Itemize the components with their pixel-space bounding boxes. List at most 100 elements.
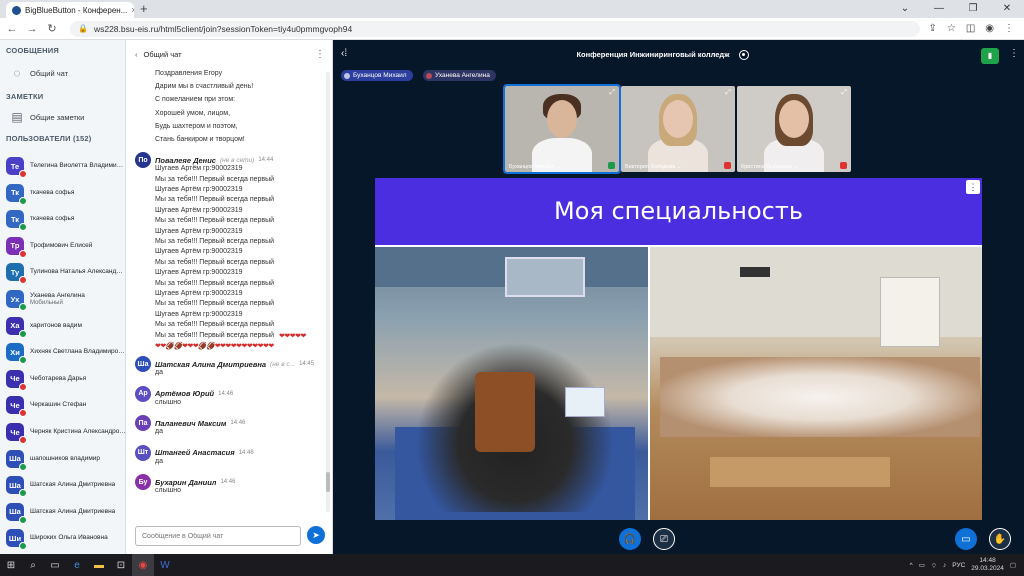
user-list-item[interactable]: Че Чеботарева Дарья (6, 367, 124, 391)
presentation-toggle-button[interactable]: ▭ (955, 528, 977, 550)
tray-chevron-icon[interactable]: ^ (910, 562, 913, 569)
user-list-item[interactable]: Че Черкашин Стефан (6, 393, 124, 418)
chat-timestamp: 14:46 (220, 479, 236, 485)
chat-message-list[interactable]: Поздравления Егору Дарим мы в счастливый … (127, 68, 325, 520)
search-icon[interactable]: ⌕ (22, 554, 44, 576)
restore-button[interactable]: ❐ (956, 0, 990, 18)
chrome-icon[interactable]: ◉ (132, 554, 154, 576)
fullscreen-icon[interactable]: ⤢ (725, 89, 731, 97)
shared-notes-link[interactable]: ▤ Общие заметки (10, 110, 84, 124)
user-name: Шатская Алина Дмитриевна (30, 507, 116, 515)
tab-search-icon[interactable]: ⌄ (888, 0, 922, 18)
audio-button[interactable]: 🎧 (619, 528, 641, 550)
bbb-favicon-icon (12, 5, 21, 15)
forward-icon[interactable]: → (24, 23, 40, 35)
user-list-item[interactable]: Ха харитонов вадим (6, 314, 124, 338)
connection-status-icon[interactable]: ▮ (981, 48, 999, 64)
word-icon[interactable]: W (154, 554, 176, 576)
avatar: Ту (6, 263, 27, 285)
user-name-block: Черкашин Стефан (30, 401, 86, 409)
user-list-item[interactable]: Ша шапошников владимир (6, 447, 124, 471)
meeting-options-icon[interactable]: ⋮ (1009, 48, 1019, 59)
public-chat-link[interactable]: ◌ Общий чат (10, 66, 68, 80)
tab-close-icon[interactable]: × (131, 5, 134, 15)
clock[interactable]: 14:48 29.03.2024 (971, 557, 1004, 573)
mic-status-icon (19, 223, 27, 232)
chat-text-line: Мы за тебя!!! Первый всегда первый (155, 279, 275, 287)
presentation-slide[interactable]: Моя специальность ⋮ (375, 178, 982, 520)
store-icon[interactable]: ⊡ (110, 554, 132, 576)
windows-start-icon[interactable]: ⊞ (0, 554, 22, 576)
menu-icon[interactable]: ⋮ (1004, 23, 1014, 34)
user-list-item[interactable]: Тк ткачева софья (6, 181, 124, 205)
reload-icon[interactable]: ↻ (44, 22, 60, 35)
talking-indicator[interactable]: Буханцов Михаил (341, 70, 413, 81)
sidebar-icon[interactable]: ◫ (966, 23, 975, 34)
edge-icon[interactable]: e (66, 554, 88, 576)
chat-header-title[interactable]: Общий чат (144, 50, 182, 59)
fullscreen-icon[interactable]: ⤢ (609, 89, 615, 97)
mic-status-icon (19, 356, 27, 365)
star-icon[interactable]: ☆ (947, 23, 956, 34)
task-view-icon[interactable]: ▭ (44, 554, 66, 576)
language-indicator[interactable]: РУС (952, 562, 965, 569)
chat-text-line: да (155, 457, 163, 465)
send-message-button[interactable]: ➤ (307, 526, 325, 544)
slide-options-icon[interactable]: ⋮ (966, 180, 980, 194)
webcam-mic-icon (608, 162, 615, 169)
user-list-item[interactable]: Хи Хихняк Светлана Владимиров... (6, 340, 125, 365)
screen-share-button[interactable]: ⎚ (653, 528, 675, 550)
action-bar: 🎧 ⎚ ▭ ✋ (333, 524, 1024, 554)
user-name-block: Трофимович Елисей (30, 242, 92, 250)
webcam-tile[interactable]: ⤢ Кристина Выродова ⌄ (737, 86, 851, 172)
chat-timestamp: 14:46 (230, 420, 246, 426)
browser-tab[interactable]: BigBlueButton - Конферен... × (6, 2, 134, 18)
chat-scrollbar[interactable] (326, 72, 330, 512)
webcam-tile[interactable]: ⤢ Виктория Холодова ⌄ (621, 86, 735, 172)
user-list-item[interactable]: Ши Широких Ольга Ивановна (6, 526, 124, 551)
meeting-title: Конференция Инжиниринговый колледж (576, 50, 730, 59)
chat-text-line: Шугаев Артём гр:90002319 (155, 186, 243, 193)
chat-timestamp: 14:45 (299, 361, 315, 367)
network-icon[interactable]: ⌔ (931, 561, 937, 570)
chat-message-input[interactable] (135, 526, 301, 546)
chat-avatar: Ша (135, 356, 151, 372)
chevron-left-icon[interactable]: ‹ (135, 50, 138, 59)
user-list-item[interactable]: Ух Уханева Ангелина Мобильный (6, 287, 124, 311)
fullscreen-icon[interactable]: ⤢ (841, 89, 847, 97)
webcam-tile[interactable]: ⤢ Буханцов Михаил ⌄ (503, 84, 621, 174)
user-list-item[interactable]: Ша Шатская Алина Дмитриевна (6, 473, 124, 498)
talking-indicator[interactable]: Уханева Ангелина (423, 70, 496, 81)
user-name-block: Черняк Кристина Александров... (30, 428, 125, 436)
recording-indicator-icon[interactable] (739, 50, 749, 60)
webcam-user-name: Буханцов Михаил ⌄ (509, 164, 561, 170)
user-list-item[interactable]: Те Телегина Виолетта Владимиро... (6, 154, 125, 178)
notes-section-title: ЗАМЕТКИ (6, 92, 44, 101)
chat-text-line: Мы за тебя!!! Первый всегда первый (155, 238, 275, 245)
shared-notes-label: Общие заметки (30, 112, 85, 122)
chat-scroll-thumb[interactable] (326, 472, 330, 492)
user-name: Трофимович Елисей (30, 241, 93, 249)
new-tab-button[interactable]: + (140, 1, 148, 16)
url-field[interactable]: 🔒 ws228.bsu-eis.ru/html5client/join?sess… (70, 20, 920, 37)
back-icon[interactable]: ← (4, 23, 20, 35)
notifications-icon[interactable]: ▢ (1010, 561, 1016, 569)
raise-hand-button[interactable]: ✋ (989, 528, 1011, 550)
user-list-item[interactable]: Ша Шатская Алина Дмитриевна (6, 500, 124, 524)
users-section-title: ПОЛЬЗОВАТЕЛИ (152) (6, 134, 92, 143)
profile-icon[interactable]: ◉ (985, 23, 994, 34)
chat-options-icon[interactable]: ⋮ (315, 49, 325, 60)
volume-icon[interactable]: ♪ (943, 562, 946, 569)
close-window-button[interactable]: ✕ (990, 0, 1024, 18)
user-list-item[interactable]: Ту Тулинова Наталья Александро... (6, 260, 125, 285)
user-name-block: Шатская Алина Дмитриевна (30, 481, 115, 489)
user-name: Широких Ольга Ивановна (30, 534, 108, 542)
user-list-item[interactable]: Че Черняк Кристина Александров... (6, 420, 125, 444)
user-list-item[interactable]: Тк ткачева софья (6, 207, 124, 232)
chat-text-line: Мы за тебя!!! Первый всегда первый (155, 217, 275, 225)
file-explorer-icon[interactable]: ▬ (88, 554, 110, 576)
battery-icon[interactable]: ▭ (919, 561, 925, 569)
minimize-button[interactable]: — (922, 0, 956, 18)
user-list-item[interactable]: Тр Трофимович Елисей (6, 234, 124, 258)
share-icon[interactable]: ⇪ (928, 23, 936, 34)
